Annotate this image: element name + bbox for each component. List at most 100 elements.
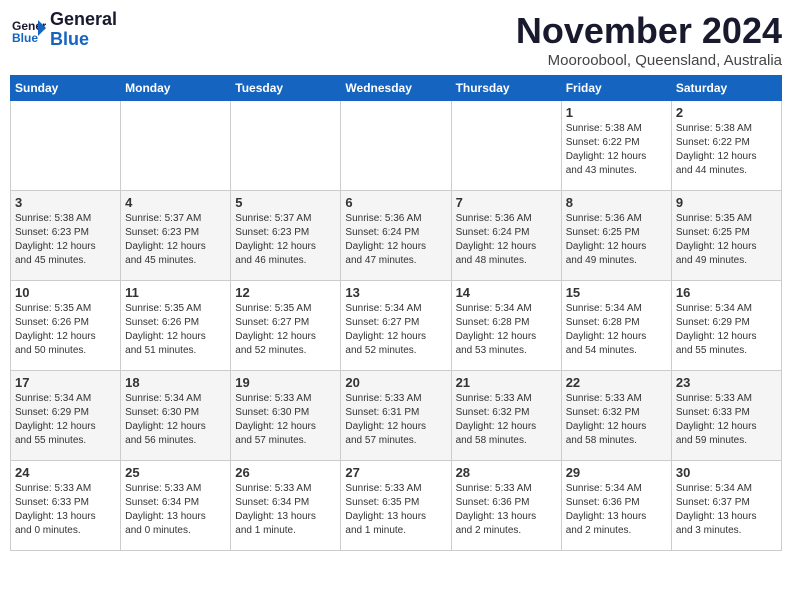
calendar-cell: 30 Sunrise: 5:34 AM Sunset: 6:37 PM Dayli… [671,461,781,551]
calendar-cell: 24Sunrise: 5:33 AM Sunset: 6:33 PM Dayli… [11,461,121,551]
calendar-cell: 2 Sunrise: 5:38 AM Sunset: 6:22 PM Daylig… [671,101,781,191]
calendar-cell: 16 Sunrise: 5:34 AM Sunset: 6:29 PM Dayli… [671,281,781,371]
cell-content: Sunrise: 5:37 AM Sunset: 6:23 PM Dayligh… [125,212,226,268]
location: Mooroobool, Queensland, Australia [516,52,782,69]
cell-content: Sunrise: 5:33 AM Sunset: 6:33 PM Dayligh… [676,392,777,448]
title-block: November 2024 Mooroobool, Queensland, Au… [516,10,782,69]
day-number: 7 [456,195,557,210]
logo: General Blue General Blue [10,10,117,50]
calendar-cell: 17Sunrise: 5:34 AM Sunset: 6:29 PM Dayli… [11,371,121,461]
day-number: 3 [15,195,116,210]
calendar-cell: 28 Sunrise: 5:33 AM Sunset: 6:36 PM Dayli… [451,461,561,551]
day-number: 22 [566,375,667,390]
cell-content: Sunrise: 5:35 AM Sunset: 6:25 PM Dayligh… [676,212,777,268]
cell-content: Sunrise: 5:36 AM Sunset: 6:24 PM Dayligh… [456,212,557,268]
day-number: 11 [125,285,226,300]
calendar-week-row: 10 Sunrise: 5:35 AM Sunset: 6:26 PM Dayli… [11,281,782,371]
day-number: 2 [676,105,777,120]
calendar-cell: 11 Sunrise: 5:35 AM Sunset: 6:26 PM Dayli… [121,281,231,371]
calendar-week-row: 1 Sunrise: 5:38 AM Sunset: 6:22 PM Daylig… [11,101,782,191]
cell-content: Sunrise: 5:33 AM Sunset: 6:32 PM Dayligh… [566,392,667,448]
cell-content: Sunrise: 5:33 AM Sunset: 6:31 PM Dayligh… [345,392,446,448]
day-number: 9 [676,195,777,210]
month-title: November 2024 [516,10,782,52]
day-number: 13 [345,285,446,300]
col-header-friday: Friday [561,76,671,101]
day-number: 10 [15,285,116,300]
cell-content: Sunrise: 5:33 AM Sunset: 6:34 PM Dayligh… [125,482,226,538]
calendar-cell: 22 Sunrise: 5:33 AM Sunset: 6:32 PM Dayli… [561,371,671,461]
day-number: 30 [676,465,777,480]
day-number: 19 [235,375,336,390]
day-number: 16 [676,285,777,300]
day-number: 25 [125,465,226,480]
cell-content: Sunrise: 5:34 AM Sunset: 6:29 PM Dayligh… [15,392,116,448]
cell-content: Sunrise: 5:33 AM Sunset: 6:36 PM Dayligh… [456,482,557,538]
day-number: 1 [566,105,667,120]
day-number: 4 [125,195,226,210]
day-number: 8 [566,195,667,210]
calendar-cell: 19 Sunrise: 5:33 AM Sunset: 6:30 PM Dayli… [231,371,341,461]
calendar-cell: 8 Sunrise: 5:36 AM Sunset: 6:25 PM Daylig… [561,191,671,281]
cell-content: Sunrise: 5:33 AM Sunset: 6:34 PM Dayligh… [235,482,336,538]
day-number: 26 [235,465,336,480]
day-number: 23 [676,375,777,390]
cell-content: Sunrise: 5:35 AM Sunset: 6:26 PM Dayligh… [125,302,226,358]
day-number: 28 [456,465,557,480]
col-header-sunday: Sunday [11,76,121,101]
calendar-cell: 3Sunrise: 5:38 AM Sunset: 6:23 PM Daylig… [11,191,121,281]
col-header-wednesday: Wednesday [341,76,451,101]
calendar-cell: 10 Sunrise: 5:35 AM Sunset: 6:26 PM Dayli… [11,281,121,371]
cell-content: Sunrise: 5:38 AM Sunset: 6:22 PM Dayligh… [676,122,777,178]
day-number: 15 [566,285,667,300]
svg-text:Blue: Blue [12,31,38,45]
calendar-cell [341,101,451,191]
cell-content: Sunrise: 5:36 AM Sunset: 6:25 PM Dayligh… [566,212,667,268]
cell-content: Sunrise: 5:33 AM Sunset: 6:35 PM Dayligh… [345,482,446,538]
cell-content: Sunrise: 5:33 AM Sunset: 6:30 PM Dayligh… [235,392,336,448]
calendar-cell: 26 Sunrise: 5:33 AM Sunset: 6:34 PM Dayli… [231,461,341,551]
calendar-cell: 13 Sunrise: 5:34 AM Sunset: 6:27 PM Dayli… [341,281,451,371]
cell-content: Sunrise: 5:33 AM Sunset: 6:32 PM Dayligh… [456,392,557,448]
cell-content: Sunrise: 5:35 AM Sunset: 6:27 PM Dayligh… [235,302,336,358]
calendar-week-row: 24Sunrise: 5:33 AM Sunset: 6:33 PM Dayli… [11,461,782,551]
calendar-cell: 14Sunrise: 5:34 AM Sunset: 6:28 PM Dayli… [451,281,561,371]
cell-content: Sunrise: 5:34 AM Sunset: 6:29 PM Dayligh… [676,302,777,358]
day-number: 29 [566,465,667,480]
calendar-cell: 20 Sunrise: 5:33 AM Sunset: 6:31 PM Dayli… [341,371,451,461]
calendar-cell: 1Sunrise: 5:38 AM Sunset: 6:22 PM Daylig… [561,101,671,191]
calendar-cell: 6Sunrise: 5:36 AM Sunset: 6:24 PM Daylig… [341,191,451,281]
cell-content: Sunrise: 5:33 AM Sunset: 6:33 PM Dayligh… [15,482,116,538]
cell-content: Sunrise: 5:34 AM Sunset: 6:27 PM Dayligh… [345,302,446,358]
calendar-cell: 21Sunrise: 5:33 AM Sunset: 6:32 PM Dayli… [451,371,561,461]
logo-blue: Blue [50,30,117,50]
page-header: General Blue General Blue November 2024 … [10,10,782,69]
cell-content: Sunrise: 5:34 AM Sunset: 6:37 PM Dayligh… [676,482,777,538]
cell-content: Sunrise: 5:35 AM Sunset: 6:26 PM Dayligh… [15,302,116,358]
calendar-cell: 29 Sunrise: 5:34 AM Sunset: 6:36 PM Dayli… [561,461,671,551]
calendar-week-row: 17Sunrise: 5:34 AM Sunset: 6:29 PM Dayli… [11,371,782,461]
cell-content: Sunrise: 5:34 AM Sunset: 6:36 PM Dayligh… [566,482,667,538]
calendar-header-row: SundayMondayTuesdayWednesdayThursdayFrid… [11,76,782,101]
calendar-cell [121,101,231,191]
calendar-cell: 9 Sunrise: 5:35 AM Sunset: 6:25 PM Daylig… [671,191,781,281]
calendar-cell: 23 Sunrise: 5:33 AM Sunset: 6:33 PM Dayli… [671,371,781,461]
cell-content: Sunrise: 5:36 AM Sunset: 6:24 PM Dayligh… [345,212,446,268]
calendar-table: SundayMondayTuesdayWednesdayThursdayFrid… [10,75,782,551]
day-number: 12 [235,285,336,300]
col-header-saturday: Saturday [671,76,781,101]
day-number: 14 [456,285,557,300]
calendar-cell [11,101,121,191]
calendar-cell: 18Sunrise: 5:34 AM Sunset: 6:30 PM Dayli… [121,371,231,461]
logo-icon: General Blue [10,12,46,48]
col-header-monday: Monday [121,76,231,101]
calendar-cell: 7 Sunrise: 5:36 AM Sunset: 6:24 PM Daylig… [451,191,561,281]
calendar-cell [451,101,561,191]
calendar-cell: 12 Sunrise: 5:35 AM Sunset: 6:27 PM Dayli… [231,281,341,371]
logo-general: General [50,10,117,30]
calendar-cell: 25 Sunrise: 5:33 AM Sunset: 6:34 PM Dayli… [121,461,231,551]
col-header-thursday: Thursday [451,76,561,101]
day-number: 20 [345,375,446,390]
calendar-cell: 4 Sunrise: 5:37 AM Sunset: 6:23 PM Daylig… [121,191,231,281]
day-number: 18 [125,375,226,390]
